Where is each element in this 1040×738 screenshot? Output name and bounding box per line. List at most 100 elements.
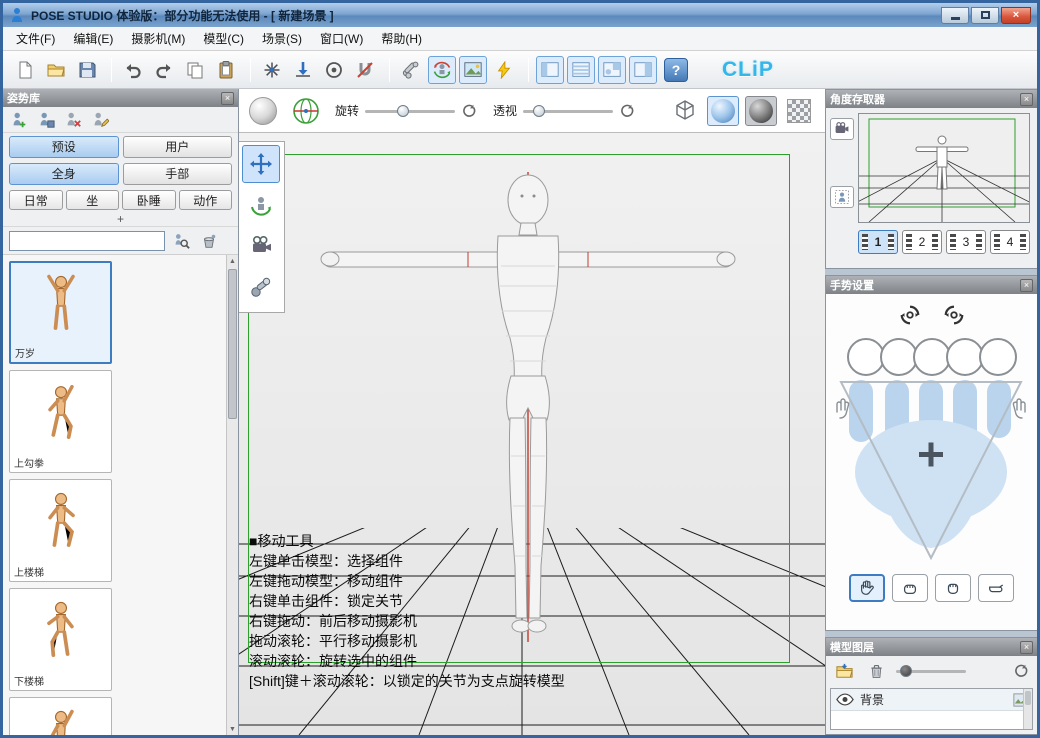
pose-card-upstairs[interactable]: 上楼梯: [9, 479, 112, 582]
finger-circle-ring[interactable]: [946, 338, 984, 376]
grip-fist-button[interactable]: [892, 574, 928, 602]
tab-lie[interactable]: 卧睡: [122, 190, 176, 210]
user-button[interactable]: 用户: [123, 136, 233, 158]
redo-button[interactable]: [150, 56, 178, 84]
angle-preview[interactable]: [858, 113, 1030, 223]
new-file-button[interactable]: [11, 56, 39, 84]
dark-view-button[interactable]: [745, 96, 777, 126]
camera-tool-button[interactable]: [242, 227, 280, 265]
angle-camera-button[interactable]: [830, 118, 854, 140]
toggle-layers-panel-button[interactable]: [629, 56, 657, 84]
layer-opacity-slider[interactable]: [896, 664, 966, 678]
shaded-view-button[interactable]: [707, 96, 739, 126]
wireframe-view-button[interactable]: [669, 96, 701, 126]
pose-search-button[interactable]: [169, 230, 193, 252]
viewport-scene[interactable]: ■移动工具 左键单击模型：选择组件 左键拖动模型：移动组件 右键单击组件：锁定关…: [239, 133, 825, 735]
import-layer-button[interactable]: [832, 660, 856, 682]
menu-help[interactable]: 帮助(H): [372, 27, 431, 50]
perspective-reset-icon[interactable]: [619, 103, 635, 119]
angle-slot-2[interactable]: 2: [902, 230, 942, 254]
edit-pose-button[interactable]: [88, 109, 112, 131]
rotate-tool-button[interactable]: [242, 186, 280, 224]
expander-button[interactable]: +: [3, 213, 238, 227]
layer-row-background[interactable]: 背景: [831, 689, 1032, 711]
pose-bucket-button[interactable]: [197, 230, 221, 252]
move-tool-button[interactable]: [242, 145, 280, 183]
toggle-pose-panel-button[interactable]: [536, 56, 564, 84]
grip-grab-button[interactable]: [935, 574, 971, 602]
grip-open-button[interactable]: [849, 574, 885, 602]
flash-button[interactable]: [490, 56, 518, 84]
delete-pose-button[interactable]: [61, 109, 85, 131]
tab-daily[interactable]: 日常: [9, 190, 63, 210]
undo-button[interactable]: [119, 56, 147, 84]
rotate-slider[interactable]: [365, 103, 455, 119]
hand-gesture-pad[interactable]: [831, 380, 1031, 575]
hand-button[interactable]: 手部: [123, 163, 233, 185]
toggle-angle-panel-button[interactable]: [567, 56, 595, 84]
minimize-button[interactable]: [941, 7, 969, 24]
layers-scrollbar[interactable]: [1023, 689, 1032, 729]
texture-view-button[interactable]: [783, 96, 815, 126]
pose-library-close-button[interactable]: ×: [221, 92, 234, 105]
angle-slot-1[interactable]: 1: [858, 230, 898, 254]
close-button[interactable]: ×: [1001, 7, 1031, 24]
drop-model-button[interactable]: [289, 56, 317, 84]
layer-reset-icon[interactable]: [1013, 663, 1029, 679]
angle-slot-3[interactable]: 3: [946, 230, 986, 254]
perspective-slider[interactable]: [523, 103, 613, 119]
menu-model[interactable]: 模型(C): [194, 27, 253, 50]
save-pose-button[interactable]: [34, 109, 58, 131]
center-target-button[interactable]: [320, 56, 348, 84]
move-mode-button[interactable]: [258, 56, 286, 84]
toggle-gesture-panel-button[interactable]: [598, 56, 626, 84]
rotate-slider-thumb[interactable]: [397, 105, 409, 117]
snap-off-button[interactable]: [351, 56, 379, 84]
menu-file[interactable]: 文件(F): [7, 27, 64, 50]
pose-card-banzai[interactable]: 万岁: [9, 261, 112, 364]
grip-flat-button[interactable]: [978, 574, 1014, 602]
titlebar[interactable]: POSE STUDIO 体验版：部分功能无法使用 - [ 新建场景 ] ×: [3, 3, 1037, 27]
visibility-eye-icon[interactable]: [836, 693, 854, 706]
curl-left-icon[interactable]: [899, 304, 921, 331]
pose-scrollbar-thumb[interactable]: [228, 269, 237, 419]
material-sphere-icon[interactable]: [249, 97, 277, 125]
copy-button[interactable]: [181, 56, 209, 84]
pose-search-input[interactable]: [9, 231, 165, 251]
pose-card-uppercut[interactable]: 上勾拳: [9, 370, 112, 473]
maximize-button[interactable]: [971, 7, 999, 24]
help-button[interactable]: ?: [664, 58, 688, 82]
finger-circle-pinky[interactable]: [979, 338, 1017, 376]
pose-scrollbar[interactable]: ▲ ▼: [226, 255, 238, 735]
pose-card-downstairs[interactable]: 下楼梯: [9, 588, 112, 691]
tab-action[interactable]: 动作: [179, 190, 233, 210]
perspective-slider-thumb[interactable]: [533, 105, 545, 117]
camera-angle-button[interactable]: [459, 56, 487, 84]
preset-button[interactable]: 预设: [9, 136, 119, 158]
finger-circles[interactable]: [826, 338, 1037, 376]
finger-circle-index[interactable]: [880, 338, 918, 376]
angle-slot-4[interactable]: 4: [990, 230, 1030, 254]
delete-layer-button[interactable]: [864, 660, 888, 682]
menu-edit[interactable]: 编辑(E): [64, 27, 122, 50]
register-pose-button[interactable]: [7, 109, 31, 131]
gesture-panel-close-button[interactable]: ×: [1020, 279, 1033, 292]
scroll-down-icon[interactable]: ▼: [227, 723, 238, 735]
menu-camera[interactable]: 摄影机(M): [122, 27, 194, 50]
paste-button[interactable]: [212, 56, 240, 84]
angle-panel-close-button[interactable]: ×: [1020, 93, 1033, 106]
menu-scene[interactable]: 场景(S): [253, 27, 311, 50]
angle-model-button[interactable]: [830, 186, 854, 208]
pose-card-raise-hand-female[interactable]: 举手（女性）: [9, 697, 112, 735]
full-body-button[interactable]: 全身: [9, 163, 119, 185]
save-button[interactable]: [73, 56, 101, 84]
open-file-button[interactable]: [42, 56, 70, 84]
layers-panel-close-button[interactable]: ×: [1020, 641, 1033, 654]
layers-scrollbar-thumb[interactable]: [1025, 691, 1031, 705]
scroll-up-icon[interactable]: ▲: [227, 255, 238, 267]
rotate-reset-icon[interactable]: [461, 103, 477, 119]
menu-window[interactable]: 窗口(W): [311, 27, 372, 50]
joint-tool-button[interactable]: [242, 268, 280, 306]
rotate-3d-button[interactable]: [428, 56, 456, 84]
curl-right-icon[interactable]: [943, 304, 965, 331]
